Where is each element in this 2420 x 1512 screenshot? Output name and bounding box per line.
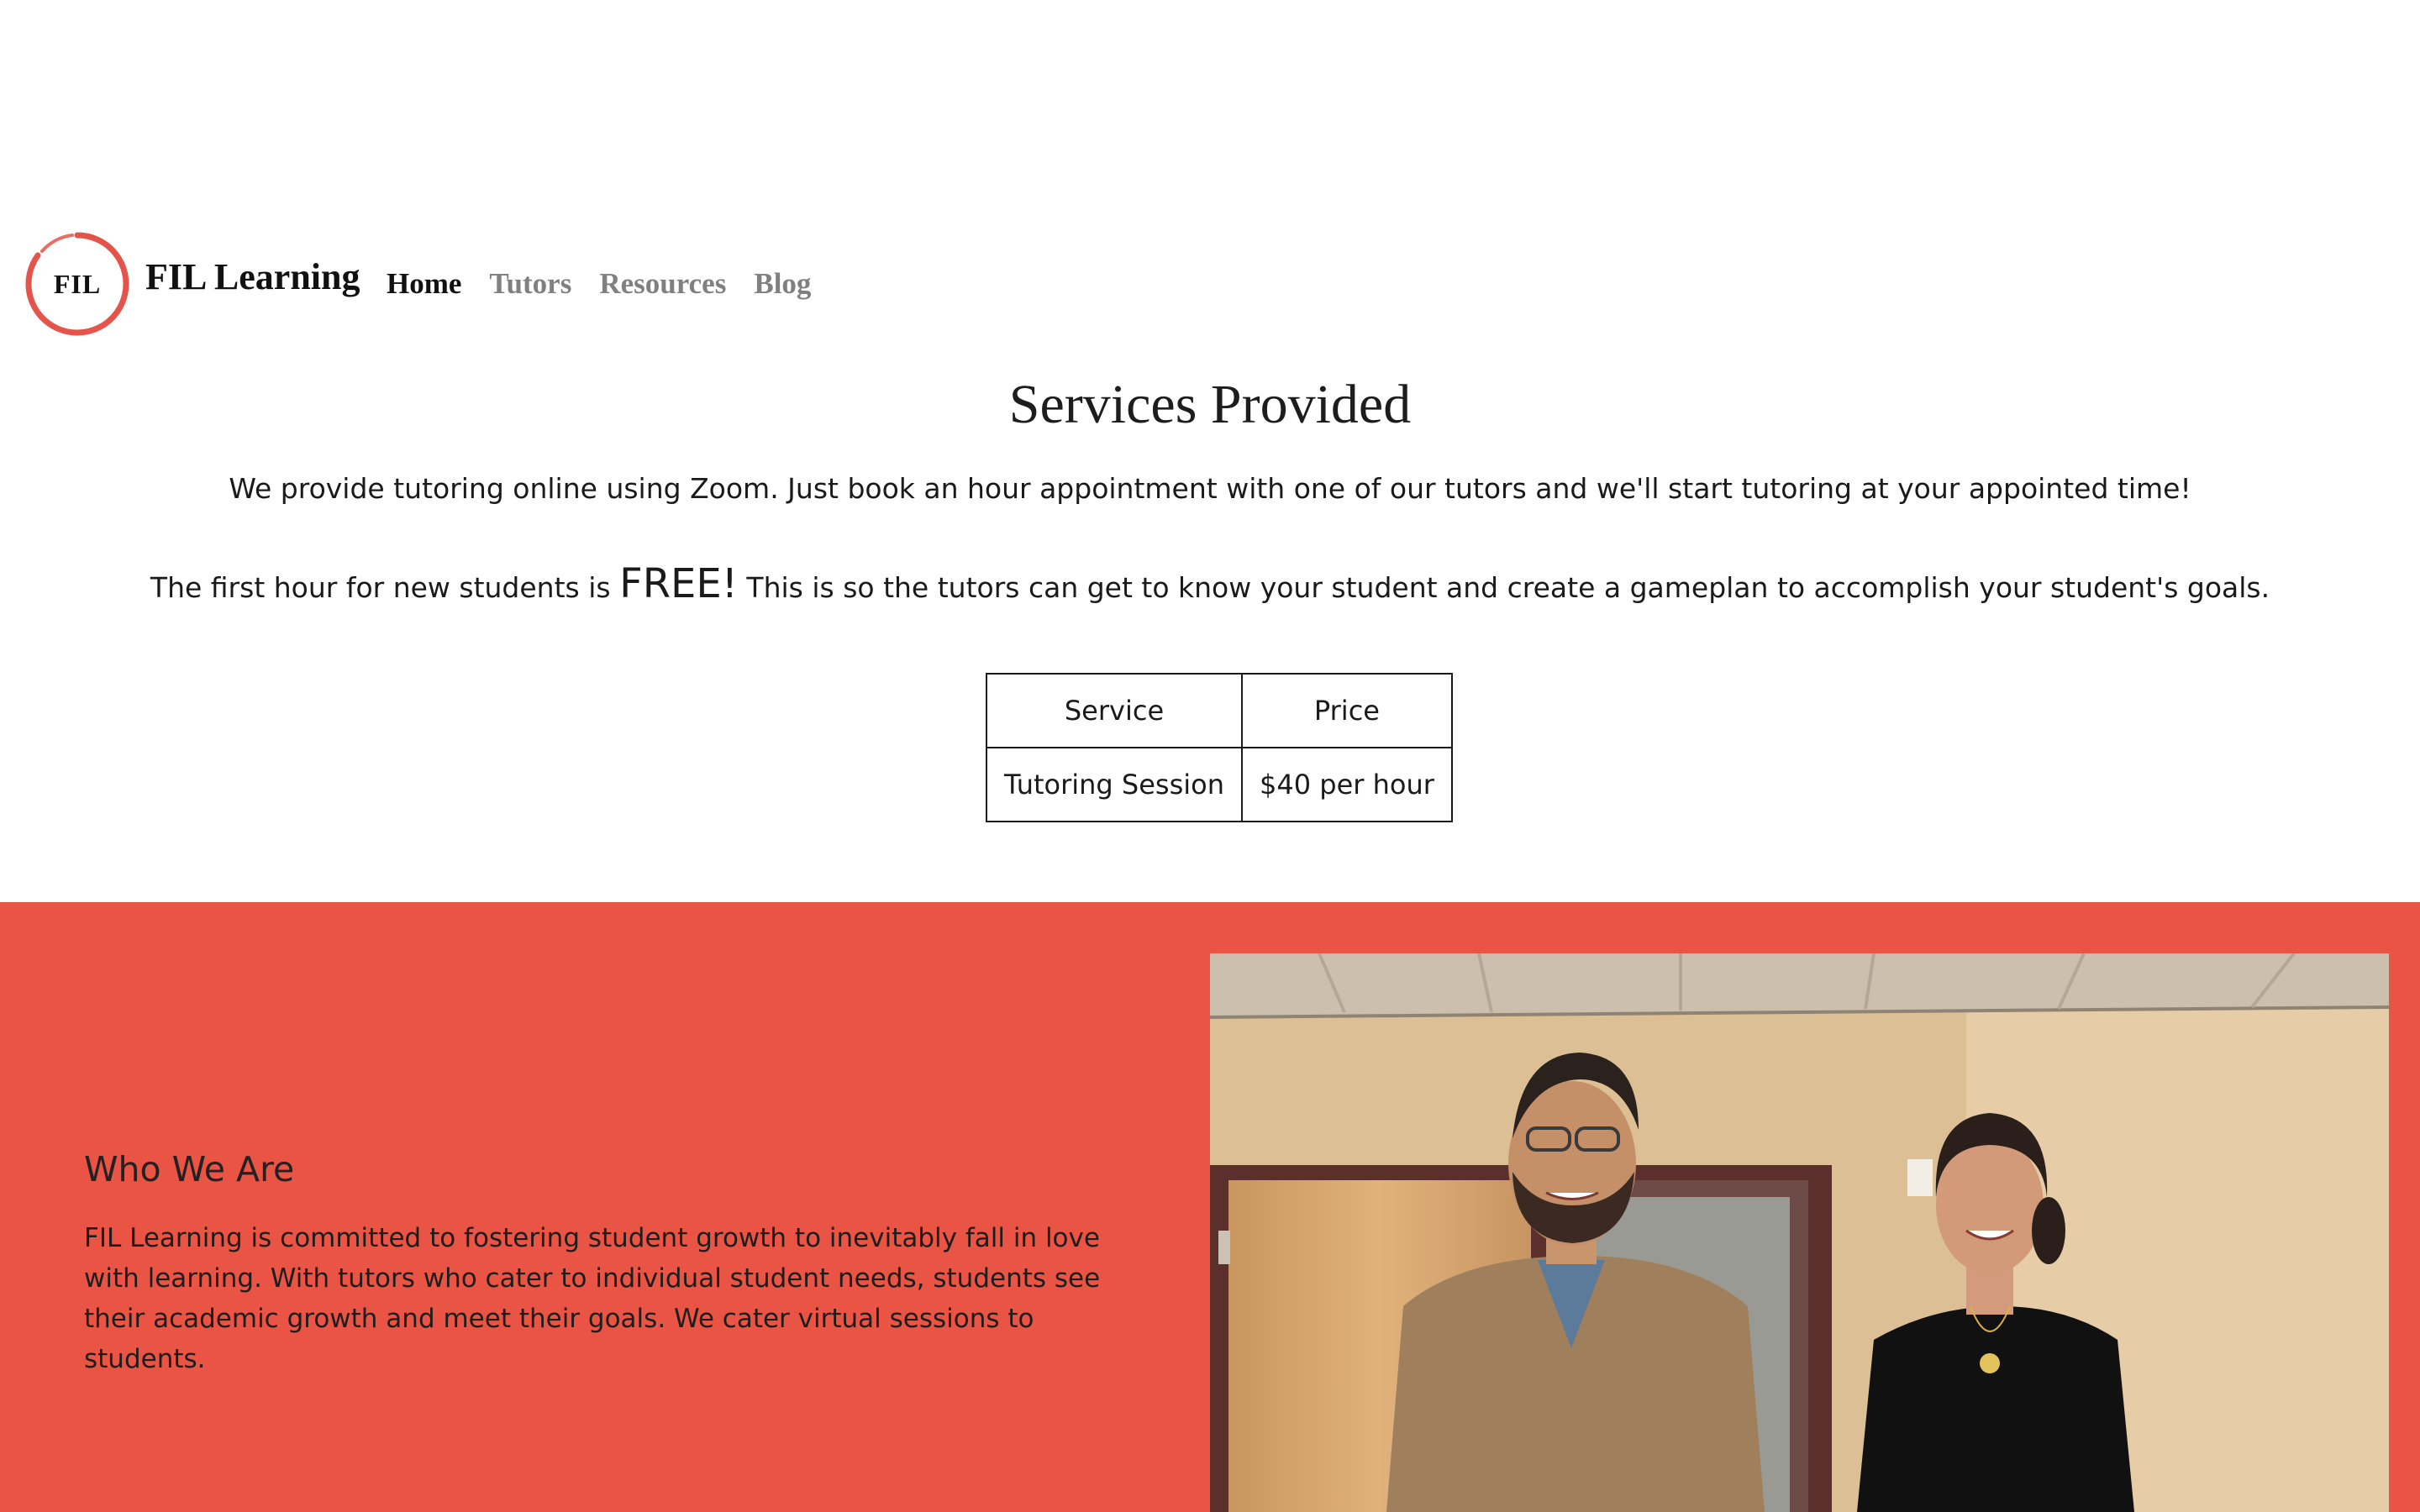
two-tutors-smiling-photo <box>1210 953 2389 1512</box>
about-section: Who We Are FIL Learning is committed to … <box>0 902 2420 1512</box>
services-title: Services Provided <box>1008 374 1412 435</box>
about-body: FIL Learning is committed to fostering s… <box>84 1223 1101 1374</box>
table-header-row: Service Price <box>986 673 1453 748</box>
services-intro: We provide tutoring online using Zoom. J… <box>229 472 2191 505</box>
free-highlight: FREE! <box>619 560 738 607</box>
table-header-price: Price <box>1241 673 1453 748</box>
main-nav: Home Tutors Resources Blog <box>387 267 811 301</box>
free-hour-text: The first hour for new students is FREE!… <box>0 554 2420 617</box>
nav-link-blog[interactable]: Blog <box>754 267 811 301</box>
nav-link-home[interactable]: Home <box>387 267 461 301</box>
price-table: Service Price Tutoring Session $40 per h… <box>986 673 1453 822</box>
logo-badge[interactable]: FIL <box>22 228 133 339</box>
table-cell-service: Tutoring Session <box>986 747 1243 822</box>
nav-link-resources[interactable]: Resources <box>599 267 726 301</box>
about-heading: Who We Are <box>84 1149 295 1189</box>
table-row: Tutoring Session $40 per hour <box>986 747 1453 822</box>
free-hour-suffix: This is so the tutors can get to know yo… <box>737 571 2270 604</box>
table-header-service: Service <box>986 673 1243 748</box>
free-hour-prefix: The first hour for new students is <box>150 571 620 604</box>
photo-illustration <box>1210 953 2389 1512</box>
site-header: FIL FIL Learning Home Tutors Resources B… <box>0 225 2420 343</box>
table-cell-price: $40 per hour <box>1241 747 1453 822</box>
nav-link-tutors[interactable]: Tutors <box>489 267 571 301</box>
brand-name-link[interactable]: FIL Learning <box>145 255 360 298</box>
logo-mark-text: FIL <box>53 269 102 299</box>
